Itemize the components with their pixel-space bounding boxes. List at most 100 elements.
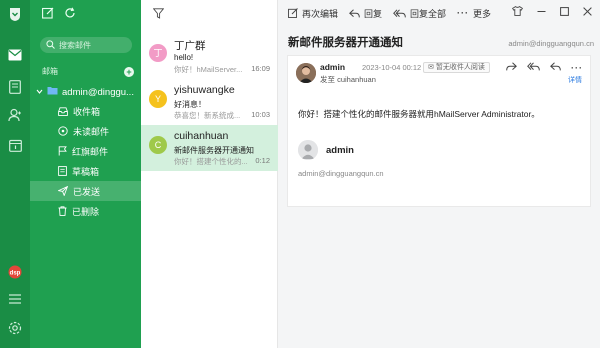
message-sender: 丁广群 [174, 40, 206, 52]
forward-icon[interactable] [506, 62, 517, 73]
recipient-name[interactable]: cuihanhuan [337, 75, 376, 84]
mailbox-section-label: 邮箱 [42, 67, 58, 76]
add-account-button[interactable]: + [124, 66, 134, 77]
message-item[interactable]: 丁 丁广群 hello! 你好！hMailServer... 16:09 [141, 33, 278, 79]
more-button[interactable]: ··· 更多 [457, 7, 491, 20]
mail-status-icon: ✉ [428, 64, 434, 71]
mailbox-section-header: 邮箱 + [42, 66, 134, 77]
filter-icon[interactable] [152, 8, 165, 21]
folder-label: 红旗邮件 [72, 146, 109, 157]
close-icon[interactable] [583, 6, 592, 18]
more-label: 更多 [473, 8, 492, 19]
calendar-icon[interactable] [7, 137, 23, 153]
email-title-row: 新邮件服务器开通通知 admin@dingguangqun.cn [288, 34, 594, 50]
search-icon [46, 39, 55, 51]
account-row[interactable]: admin@dinggu... [36, 84, 140, 100]
sent-date: 2023-10-04 00:12 [362, 63, 422, 72]
minimize-icon[interactable] [537, 7, 546, 18]
message-list: 丁 丁广群 hello! 你好！hMailServer... 16:09 Y y… [141, 0, 278, 348]
reply-icon[interactable] [550, 62, 561, 73]
reply-all-icon[interactable] [527, 62, 540, 73]
folder-label: 收件箱 [73, 106, 101, 117]
contact-icon[interactable] [7, 107, 23, 123]
edit-icon [288, 8, 298, 18]
signature-email: admin@dingguangqun.cn [298, 169, 384, 178]
to-label: 发至 [320, 75, 335, 84]
folder-inbox[interactable]: 收件箱 [30, 101, 141, 121]
folder-deleted[interactable]: 已删除 [30, 201, 141, 221]
promo-icon[interactable]: dsp [7, 264, 23, 280]
settings-icon[interactable] [7, 320, 23, 336]
search-input[interactable] [59, 40, 129, 50]
sender-name[interactable]: admin [320, 62, 345, 72]
send-icon [58, 186, 68, 196]
signature-name: admin [326, 145, 354, 156]
message-sender: yishuwangke [174, 84, 235, 96]
mail-icon[interactable] [7, 47, 23, 63]
message-subject: hello! [174, 53, 194, 62]
trash-icon [58, 206, 67, 216]
flag-icon [58, 146, 67, 156]
refresh-icon[interactable] [64, 7, 76, 21]
message-time: 10:03 [251, 110, 270, 119]
draft-icon [58, 166, 67, 176]
message-preview: 你好！搭建个性化的... [174, 157, 248, 166]
more-dots-icon: ··· [457, 8, 470, 18]
unread-icon [58, 126, 68, 136]
edit-again-button[interactable]: 再次编辑 [288, 7, 338, 20]
app-logo-icon [7, 6, 23, 22]
email-card: admin 2023-10-04 00:12 ✉ 暂无收件人阅读 发至 cuih… [287, 55, 591, 207]
compose-icon[interactable] [42, 7, 54, 21]
folder-label: 已删除 [72, 206, 100, 217]
edit-again-label: 再次编辑 [302, 8, 339, 19]
folder-label: 已发送 [73, 186, 101, 197]
sender-avatar-photo[interactable] [296, 63, 316, 83]
folder-flagged[interactable]: 红旗邮件 [30, 141, 141, 161]
reply-all-label: 回复全部 [410, 8, 447, 19]
skin-icon[interactable] [511, 6, 524, 18]
reply-all-icon [393, 8, 406, 17]
reply-label: 回复 [364, 8, 383, 19]
app-rail: dsp [0, 0, 30, 348]
email-body: 你好！搭建个性化的邮件服务器就用hMailServer Administrato… [298, 109, 540, 119]
message-preview: 恭喜您！新系统成... [174, 111, 241, 120]
folder-label: 草稿箱 [72, 166, 100, 177]
folder-toolbar [42, 6, 76, 22]
reply-all-button[interactable]: 回复全部 [393, 7, 446, 20]
folder-panel: 邮箱 + admin@dinggu... 收件箱 未读邮件 红旗邮件 草稿箱 [30, 0, 141, 348]
collapse-chevron-icon[interactable] [36, 87, 43, 98]
search-box[interactable] [40, 37, 132, 53]
folder-sent[interactable]: 已发送 [30, 181, 141, 201]
svg-text:dsp: dsp [10, 271, 21, 277]
reply-button[interactable]: 回复 [349, 7, 382, 20]
folder-unread[interactable]: 未读邮件 [30, 121, 141, 141]
more-dots-icon[interactable]: ··· [571, 63, 583, 73]
sender-avatar: C [149, 136, 167, 154]
details-link[interactable]: 详情 [568, 75, 582, 85]
message-item-selected[interactable]: C cuihanhuan 新邮件服务器开通通知 你好！搭建个性化的... 0:1… [141, 125, 278, 171]
menu-icon[interactable] [7, 291, 23, 307]
card-actions: ··· [506, 62, 583, 73]
window-controls [511, 6, 592, 18]
account-label: admin@dinggu... [62, 86, 134, 98]
reply-icon [349, 8, 360, 17]
maximize-icon[interactable] [560, 6, 569, 18]
account-folder-icon [47, 86, 58, 98]
folder-drafts[interactable]: 草稿箱 [30, 161, 141, 181]
signature-avatar [298, 140, 318, 160]
account-address: admin@dingguangqun.cn [508, 39, 594, 48]
message-subject: 新邮件服务器开通通知 [174, 146, 254, 155]
read-status-badge: ✉ 暂无收件人阅读 [423, 62, 490, 73]
email-subject: 新邮件服务器开通通知 [288, 37, 403, 49]
contacts-book-icon[interactable] [7, 79, 23, 95]
message-time: 16:09 [251, 64, 270, 73]
message-subject: 好消息！ [174, 100, 206, 109]
inbox-icon [58, 106, 68, 116]
message-item[interactable]: Y yishuwangke 好消息！ 恭喜您！新系统成... 10:03 [141, 79, 278, 125]
folder-list: 收件箱 未读邮件 红旗邮件 草稿箱 已发送 已删除 [30, 101, 141, 221]
sender-avatar: 丁 [149, 44, 167, 62]
message-time: 0:12 [255, 156, 270, 165]
recipient-line: 发至 cuihanhuan [320, 74, 376, 85]
message-sender: cuihanhuan [174, 130, 229, 142]
sender-avatar: Y [149, 90, 167, 108]
